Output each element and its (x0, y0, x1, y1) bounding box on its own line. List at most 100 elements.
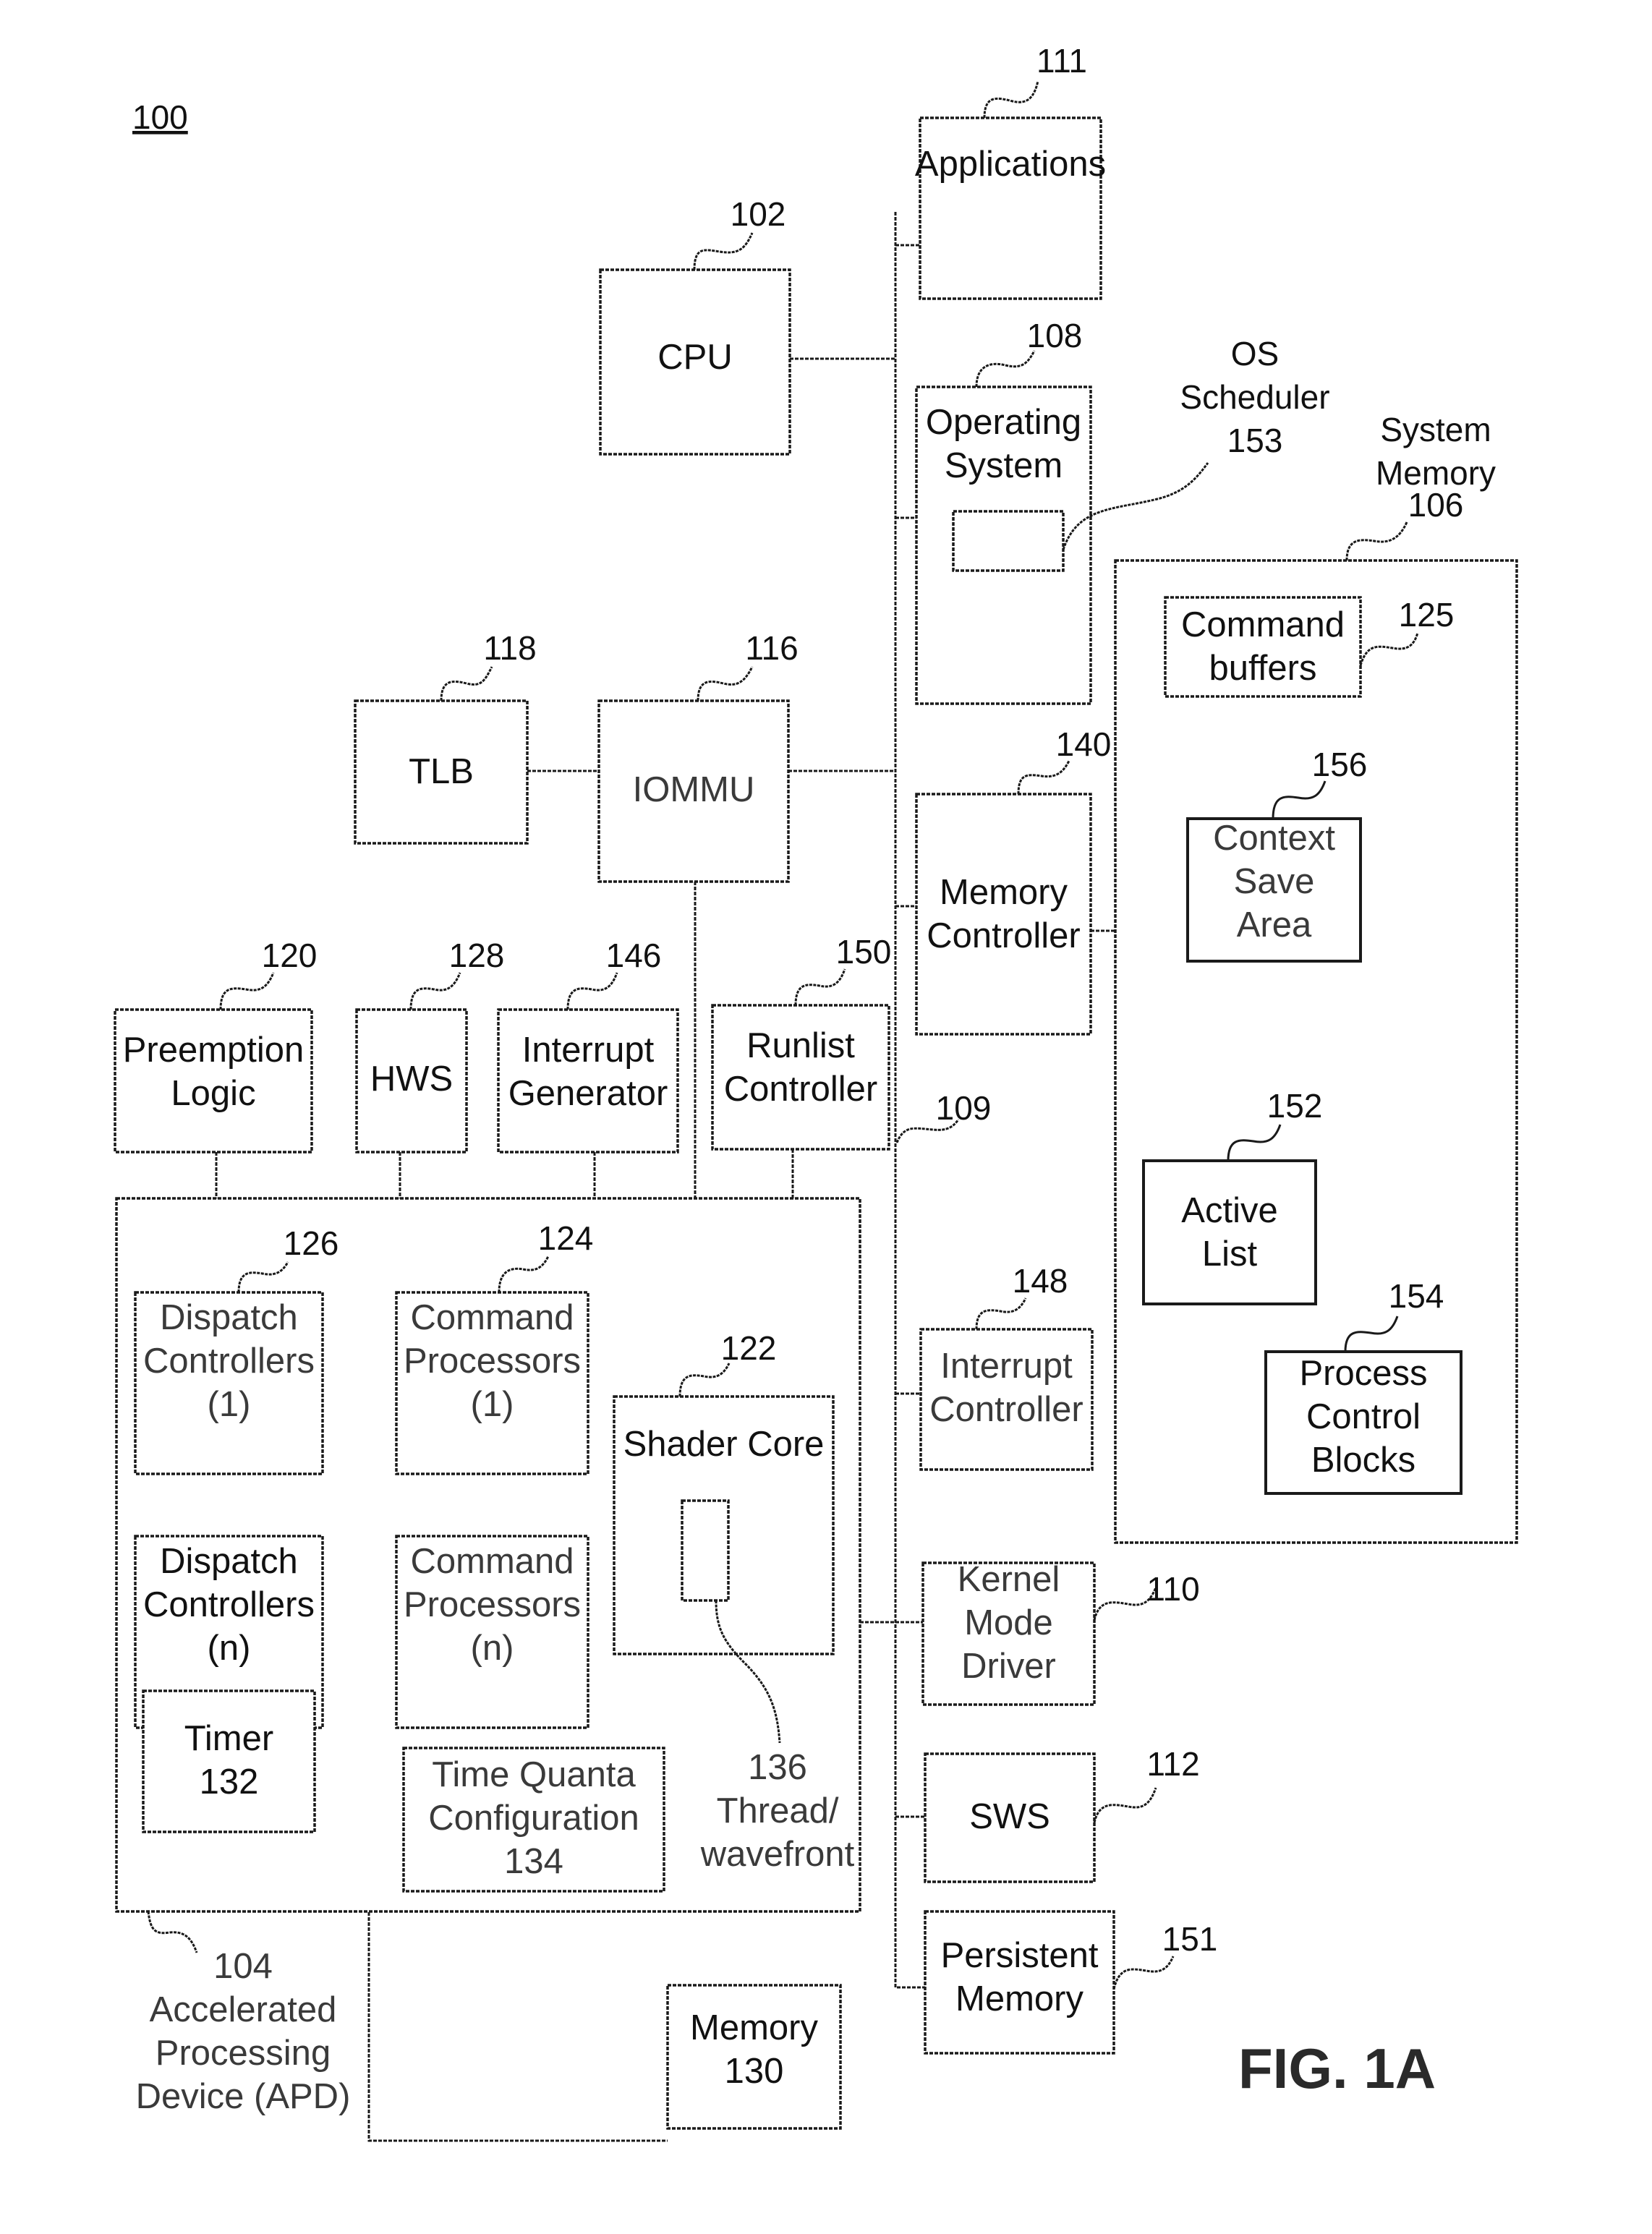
os-scheduler-label: OS (1231, 335, 1279, 372)
time-quanta-configuration-label: Time Quanta (432, 1755, 636, 1794)
tlb-ref-numeral: 118 (483, 629, 536, 667)
kernel-mode-driver-label: Driver (961, 1647, 1056, 1686)
memory-controller-ref-numeral: 140 (1056, 725, 1112, 763)
preemption-logic-leader (219, 972, 275, 1010)
command-buffers-ref-numeral: 125 (1399, 596, 1455, 634)
apd-label: Device (APD) (136, 2077, 351, 2116)
context-save-area-label: Save (1234, 862, 1315, 901)
operating-system-ref-numeral: 108 (1027, 317, 1083, 354)
sws-leader (1093, 1787, 1157, 1823)
persistent-memory-label: Memory (955, 1979, 1083, 2018)
os-scheduler-box (952, 510, 1065, 572)
command-buffers-label: Command (1181, 605, 1345, 644)
hws-leader (409, 972, 461, 1010)
hws-label: HWS (370, 1060, 453, 1099)
preemption-logic-label: Preemption (123, 1031, 305, 1070)
command-processors-1-label: (1) (471, 1385, 514, 1424)
persistent-memory-label: Persistent (941, 1936, 1099, 1975)
command-processors-n-label: (n) (471, 1629, 514, 1668)
time-quanta-configuration-label: 134 (504, 1842, 563, 1881)
cpu-label: CPU (657, 338, 732, 377)
runlist-controller-label: Runlist (746, 1026, 855, 1065)
time-quanta-configuration-label: Configuration (428, 1799, 639, 1838)
apd-label: Accelerated (150, 1990, 337, 2029)
interrupt-controller-ref-numeral: 148 (1013, 1262, 1068, 1300)
context-save-area-label: Context (1213, 819, 1335, 858)
dispatch-controllers-n-label: Dispatch (160, 1542, 298, 1581)
kernel-mode-driver-label: Kernel (958, 1560, 1060, 1599)
os-scheduler-label: Scheduler (1180, 378, 1329, 416)
sws-label: SWS (969, 1797, 1050, 1836)
hws-ref-numeral: 128 (449, 937, 505, 974)
process-control-blocks-label: Blocks (1311, 1441, 1415, 1480)
system-ref-numeral: 100 (132, 98, 188, 136)
runlist-controller-label: Controller (724, 1070, 877, 1109)
figure-caption: FIG. 1A (1238, 2037, 1436, 2100)
operating-system-label: Operating (926, 403, 1081, 442)
thread-wavefront-label: wavefront (700, 1835, 855, 1874)
system-memory-label: System (1380, 411, 1491, 448)
interrupt-generator-leader (566, 972, 618, 1010)
dispatch-controllers-1-label: Controllers (143, 1342, 315, 1381)
timer-label: 132 (200, 1762, 259, 1802)
thread-wavefront-box (681, 1499, 730, 1602)
applications-leader (983, 80, 1039, 119)
cpu-leader (693, 232, 754, 270)
command-processors-1-label: Processors (404, 1342, 581, 1381)
thread-wavefront-label: Thread/ (717, 1791, 839, 1830)
command-processors-1-ref-numeral: 124 (538, 1219, 594, 1257)
iommu-ref-numeral: 116 (745, 629, 798, 667)
kernel-mode-driver-label: Mode (964, 1603, 1053, 1642)
process-control-blocks-label: Control (1306, 1397, 1421, 1436)
persistent-memory-ref-numeral: 151 (1162, 1920, 1218, 1958)
applications-ref-numeral: 111 (1036, 42, 1087, 80)
interrupt-generator-ref-numeral: 146 (606, 937, 662, 974)
shader-core-label: Shader Core (623, 1425, 825, 1464)
persistent-memory-leader (1112, 1956, 1175, 1990)
process-control-blocks-label: Process (1299, 1354, 1427, 1393)
block-diagram: CPU Applications Operating System Command buf… (114, 42, 1518, 2142)
dispatch-controllers-n-label: Controllers (143, 1585, 315, 1624)
bus-ref-numeral: 109 (936, 1089, 992, 1127)
tlb-label: TLB (409, 752, 474, 791)
interrupt-generator-label: Generator (508, 1074, 668, 1113)
timer-label: Timer (184, 1719, 273, 1758)
process-control-blocks-ref-numeral: 154 (1389, 1277, 1444, 1315)
tlb-leader (440, 666, 493, 702)
active-list-ref-numeral: 152 (1267, 1087, 1323, 1125)
operating-system-label: System (945, 446, 1063, 485)
system-memory-leader (1345, 521, 1408, 561)
command-processors-n-label: Processors (404, 1585, 581, 1624)
shader-core-ref-numeral: 122 (721, 1329, 777, 1367)
runlist-controller-leader (794, 968, 846, 1006)
command-processors-1-label: Command (410, 1298, 574, 1337)
apd-label: 104 (213, 1947, 273, 1986)
cpu-ref-numeral: 102 (731, 195, 786, 233)
iommu-leader (697, 666, 754, 702)
applications-label: Applications (915, 145, 1106, 184)
os-scheduler-label: 153 (1227, 422, 1283, 459)
memory-130-label: 130 (725, 2052, 784, 2091)
memory-130-label: Memory (690, 2008, 818, 2047)
runlist-controller-ref-numeral: 150 (836, 933, 892, 971)
memory-controller-box (915, 793, 1092, 1036)
active-list-label: Active (1181, 1191, 1277, 1230)
context-save-area-label: Area (1237, 905, 1312, 945)
interrupt-generator-label: Interrupt (522, 1031, 655, 1070)
interrupt-controller-label: Controller (929, 1390, 1083, 1429)
dispatch-controllers-n-label: (n) (208, 1629, 251, 1668)
command-buffers-label: buffers (1209, 649, 1317, 688)
preemption-logic-ref-numeral: 120 (262, 937, 318, 974)
command-processors-n-label: Command (410, 1542, 574, 1581)
memory-controller-label: Controller (927, 916, 1080, 955)
dispatch-controllers-1-ref-numeral: 126 (284, 1224, 339, 1262)
kernel-mode-driver-ref-numeral: 110 (1146, 1570, 1199, 1608)
preemption-logic-label: Logic (171, 1074, 255, 1113)
apd-leader (147, 1911, 198, 1953)
interrupt-controller-label: Interrupt (940, 1347, 1073, 1386)
active-list-box (1142, 1159, 1317, 1305)
dispatch-controllers-1-label: Dispatch (160, 1298, 298, 1337)
iommu-label: IOMMU (633, 770, 755, 809)
dispatch-controllers-1-label: (1) (208, 1385, 251, 1424)
system-memory-label: 106 (1408, 486, 1464, 524)
